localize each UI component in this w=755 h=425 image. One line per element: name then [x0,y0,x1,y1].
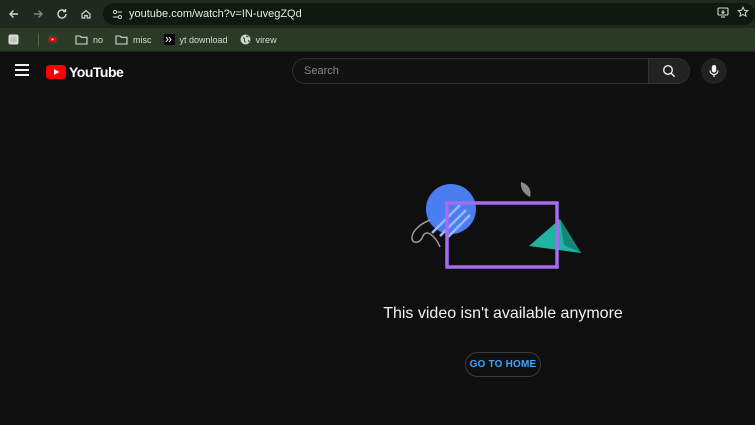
youtube-favicon [47,34,58,45]
bookmark-label: no [93,34,104,45]
search-icon [662,64,676,78]
logo-text: YouTube [69,64,124,80]
folder-icon [115,34,128,45]
reload-button[interactable] [51,3,73,25]
bookmark-folder-misc[interactable]: misc [115,34,152,45]
arrow-left-icon [9,10,18,18]
bookmark-divider [38,33,39,46]
url-text: youtube.com/watch?v=IN-uvegZQd [129,8,302,20]
bookmark-star-icon[interactable] [737,5,749,23]
youtube-logo[interactable]: YouTube [46,64,124,80]
search-button[interactable] [648,58,690,84]
menu-icon[interactable] [15,64,29,76]
bookmark-virew[interactable]: virew [240,34,277,45]
search-box [292,58,690,84]
voice-search-button[interactable] [701,58,727,84]
arrow-right-icon [34,10,43,18]
bookmark-label: yt download [179,34,228,45]
blank-page-icon [8,34,19,45]
bookmarks-bar: no misc yt download virew [0,28,755,52]
site-info-icon[interactable] [107,4,127,24]
search-input[interactable] [292,58,648,84]
youtube-play-logo-icon [46,65,66,79]
reload-icon [57,9,67,19]
illustration-grey-leaf [520,182,531,197]
back-button[interactable] [3,3,25,25]
globe-icon [240,34,251,45]
install-app-icon[interactable] [717,5,729,23]
bookmark-blank[interactable] [8,34,24,45]
bookmark-label: misc [133,34,152,45]
browser-toolbar: youtube.com/watch?v=IN-uvegZQd [0,0,755,28]
folder-icon [75,34,88,45]
bookmark-youtube[interactable] [47,34,63,45]
home-button[interactable] [75,3,97,25]
forward-button[interactable] [27,3,49,25]
youtube-header: YouTube [0,52,755,90]
bookmark-yt-download[interactable]: yt download [163,34,228,45]
address-bar[interactable]: youtube.com/watch?v=IN-uvegZQd [103,3,755,25]
go-to-home-button[interactable]: GO TO HOME [465,352,541,377]
microphone-icon [709,65,719,77]
video-unavailable-illustration [411,182,581,269]
terminal-icon [163,34,175,45]
bookmark-folder-no[interactable]: no [75,34,103,45]
bookmark-label: virew [255,34,277,45]
unavailable-message: This video isn't available anymore [383,305,623,322]
home-icon [81,9,91,19]
